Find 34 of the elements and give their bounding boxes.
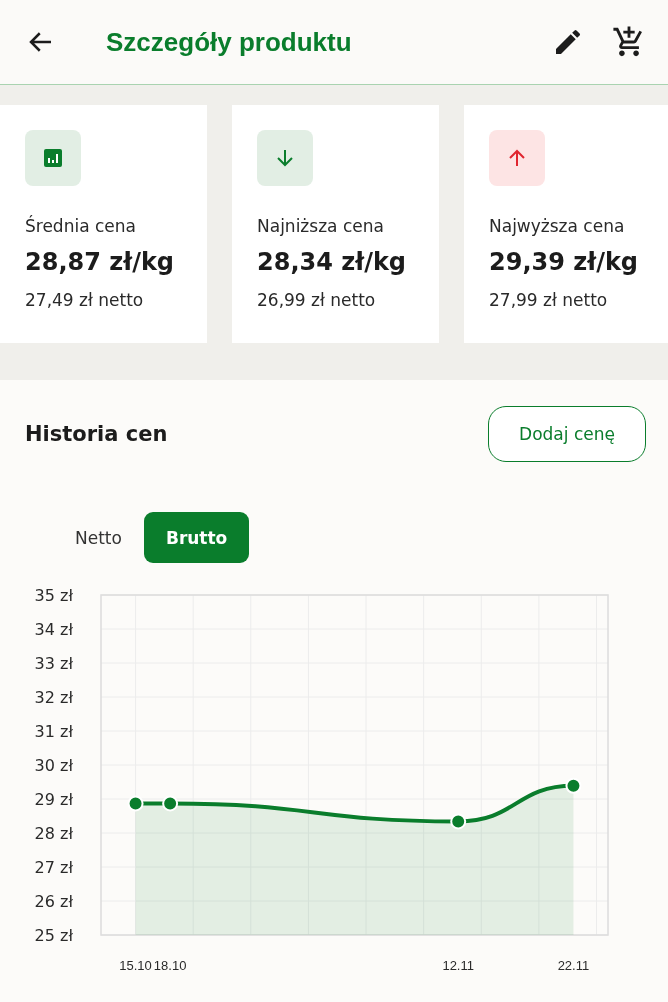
stat-label: Najniższa cena — [257, 216, 384, 236]
axis-label: 31 zł — [34, 722, 73, 741]
stat-value: 29,39 zł/kg — [489, 248, 639, 276]
stat-value: 28,87 zł/kg — [25, 248, 175, 276]
screen-title: Szczegóły produktu — [106, 26, 353, 58]
axis-label: 18.10 — [153, 958, 187, 973]
data-point — [162, 795, 179, 812]
stat-net-value: 27,99 zł netto — [489, 290, 608, 310]
bar-chart-icon — [41, 146, 65, 170]
axis-label: 30 zł — [34, 756, 73, 775]
axis-label: 32 zł — [34, 688, 73, 707]
axis-label: 28 zł — [34, 824, 73, 843]
stat-label: Średnia cena — [25, 216, 136, 236]
stat-net-value: 27,49 zł netto — [25, 290, 144, 310]
data-point — [127, 795, 144, 812]
axis-label: 27 zł — [34, 858, 73, 877]
axis-label: 35 zł — [34, 586, 73, 605]
section-title: Historia cen — [25, 422, 168, 446]
axis-label: 12.11 — [442, 958, 474, 973]
stat-value: 28,34 zł/kg — [257, 248, 407, 276]
axis-label: 33 zł — [34, 654, 73, 673]
axis-label: 25 zł — [34, 926, 73, 945]
data-point — [565, 777, 582, 794]
data-point — [450, 813, 467, 830]
axis-label: 29 zł — [34, 790, 73, 809]
mode-toggle[interactable]: Brutto — [143, 512, 250, 563]
stat-net-value: 26,99 zł netto — [257, 290, 376, 310]
axis-label: 34 zł — [34, 620, 73, 639]
add-price-button[interactable]: Dodaj cenę — [488, 406, 646, 462]
axis-label: 26 zł — [34, 892, 73, 911]
stat-label: Najwyższa cena — [489, 216, 625, 236]
axis-label: 22.11 — [557, 958, 590, 973]
axis-label: 15.10 — [119, 958, 152, 973]
mode-toggle[interactable]: Netto — [53, 512, 144, 563]
